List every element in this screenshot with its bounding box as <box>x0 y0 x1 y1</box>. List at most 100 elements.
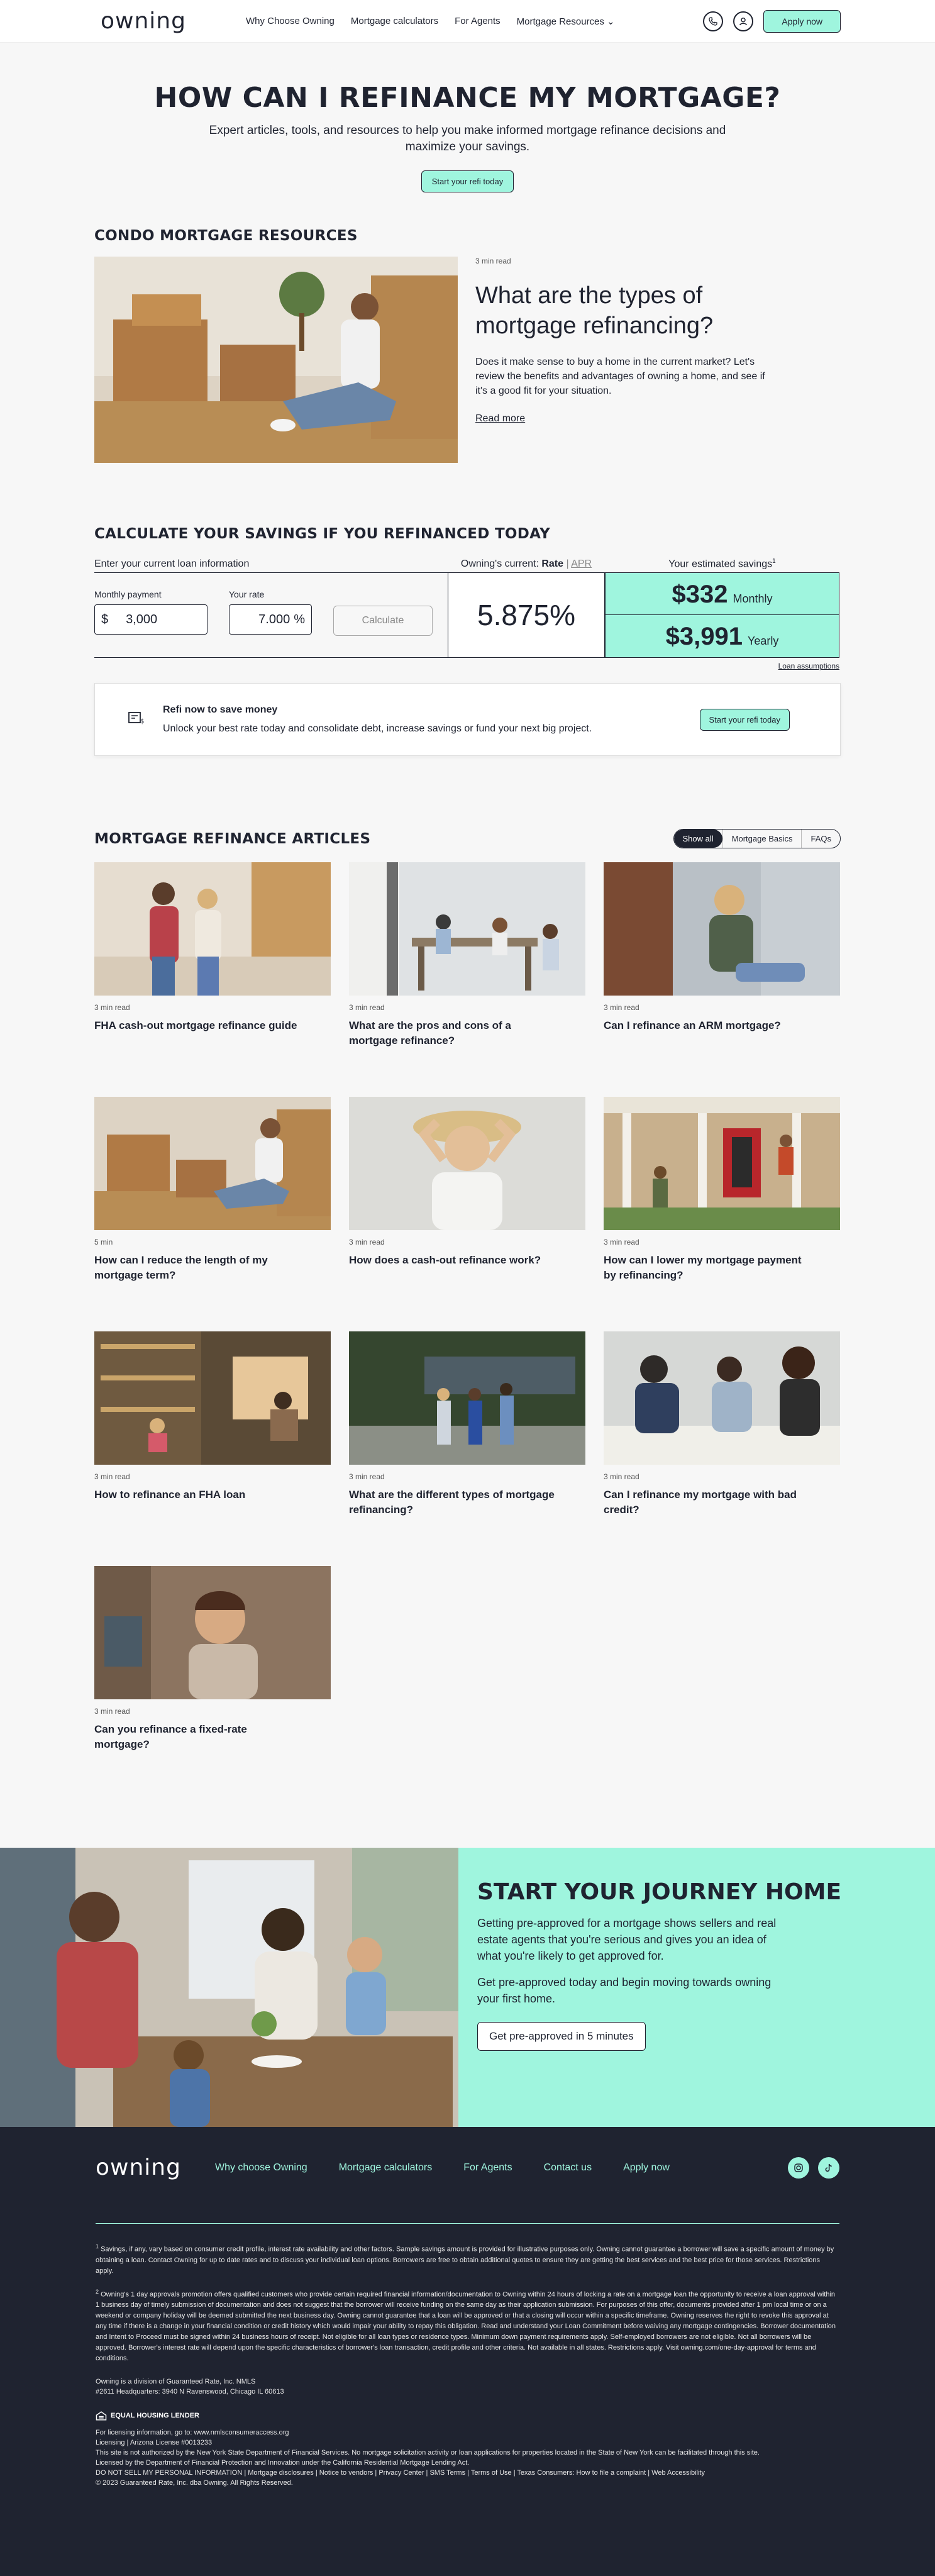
article-read-time: 3 min read <box>604 1472 639 1481</box>
footer-link-for-agents[interactable]: For Agents <box>463 2162 512 2174</box>
journey-paragraph-2: Get pre-approved today and begin moving … <box>477 1976 772 2005</box>
journey-section: START YOUR JOURNEY HOME Getting pre-appr… <box>0 1848 935 2127</box>
licensing-line-1[interactable]: For licensing information, go to: www.nm… <box>96 2428 839 2438</box>
disclaimer-2-number: 2 <box>96 2288 99 2295</box>
article-title[interactable]: Can you refinance a fixed-rate mortgage? <box>94 1722 302 1752</box>
article-image[interactable] <box>94 1331 331 1465</box>
your-rate-label: Your rate <box>229 589 265 599</box>
footer-link-contact-us[interactable]: Contact us <box>544 2162 592 2174</box>
get-preapproved-button[interactable]: Get pre-approved in 5 minutes <box>477 2022 646 2051</box>
article-title[interactable]: Can I refinance my mortgage with bad cre… <box>604 1487 811 1518</box>
licensing-line-4: Licensed by the Department of Financial … <box>96 2459 470 2467</box>
disclaimer-1-number: 1 <box>96 2243 99 2250</box>
page-title: HOW CAN I REFINANCE MY MORTGAGE? <box>154 82 781 114</box>
disclaimer-2-text: Owning's 1 day approvals promotion offer… <box>96 2290 836 2363</box>
article-image[interactable] <box>349 1331 585 1465</box>
start-refi-button[interactable]: Start your refi today <box>421 170 514 192</box>
condo-section-title: CONDO MORTGAGE RESOURCES <box>94 228 358 244</box>
article-read-time: 3 min read <box>604 1003 639 1012</box>
licensing-info: For licensing information, go to: www.nm… <box>96 2428 839 2488</box>
licensing-line-2[interactable]: Licensing | Arizona License #0013233 <box>96 2438 839 2448</box>
article-image[interactable] <box>604 1097 840 1230</box>
monthly-payment-input[interactable]: $ 3,000 <box>94 604 207 635</box>
savings-footnote-ref: 1 <box>772 557 776 565</box>
company-info: Owning is a division of Guaranteed Rate,… <box>96 2377 839 2397</box>
footer-owning-logo[interactable]: owning <box>96 2155 181 2180</box>
article-title[interactable]: What are the different types of mortgage… <box>349 1487 556 1518</box>
article-image[interactable] <box>349 1097 585 1230</box>
your-rate-value: 7.000 <box>258 612 290 626</box>
article-card[interactable]: 3 min read Can I refinance an ARM mortga… <box>604 862 840 1097</box>
refi-card-button[interactable]: Start your refi today <box>699 708 790 731</box>
article-image[interactable] <box>94 1566 331 1699</box>
apply-now-button[interactable]: Apply now <box>763 9 841 33</box>
article-card[interactable]: 3 min read Can I refinance my mortgage w… <box>604 1331 840 1566</box>
monthly-savings: $332 Monthly <box>605 572 839 615</box>
article-title[interactable]: What are the pros and cons of a mortgage… <box>349 1018 556 1048</box>
article-card[interactable]: 5 min How can I reduce the length of my … <box>94 1097 331 1331</box>
article-image[interactable] <box>94 862 331 996</box>
filter-mortgage-basics[interactable]: Mortgage Basics <box>722 830 802 848</box>
article-card[interactable]: 3 min read What are the different types … <box>349 1331 585 1566</box>
article-title[interactable]: How can I reduce the length of my mortga… <box>94 1253 302 1283</box>
yearly-savings-value: $3,991 <box>665 623 743 650</box>
journey-paragraph-1: Getting pre-approved for a mortgage show… <box>477 1917 777 1962</box>
footer-divider <box>96 2223 839 2224</box>
article-title[interactable]: Can I refinance an ARM mortgage? <box>604 1018 811 1033</box>
article-title[interactable]: How to refinance an FHA loan <box>94 1487 302 1502</box>
article-read-time: 3 min read <box>349 1472 385 1481</box>
owning-logo[interactable]: owning <box>101 8 186 34</box>
article-title[interactable]: FHA cash-out mortgage refinance guide <box>94 1018 302 1033</box>
account-icon[interactable] <box>733 11 754 31</box>
article-card[interactable]: 3 min read How can I lower my mortgage p… <box>604 1097 840 1331</box>
article-image[interactable] <box>604 862 840 996</box>
nav-why-choose-owning[interactable]: Why Choose Owning <box>246 16 335 27</box>
article-image[interactable] <box>94 1097 331 1230</box>
your-rate-input[interactable]: 7.000 % <box>229 604 312 635</box>
nav-mortgage-calculators[interactable]: Mortgage calculators <box>351 16 438 27</box>
condo-feature-title[interactable]: What are the types of mortgage refinanci… <box>475 280 790 341</box>
calc-section-title: CALCULATE YOUR SAVINGS IF YOU REFINANCED… <box>94 526 551 542</box>
owning-rate-value: 5.875% <box>448 572 605 658</box>
footer-link-mortgage-calculators[interactable]: Mortgage calculators <box>339 2162 433 2174</box>
condo-resources: CONDO MORTGAGE RESOURCES 3 min read What… <box>0 192 935 463</box>
site-header: owning Why Choose Owning Mortgage calcul… <box>0 0 935 43</box>
article-image[interactable] <box>604 1331 840 1465</box>
condo-feature-image[interactable] <box>94 257 458 463</box>
footer-link-why-choose-owning[interactable]: Why choose Owning <box>215 2162 307 2174</box>
owning-current-label: Owning's current: Rate | APR <box>448 558 605 570</box>
article-read-time: 3 min read <box>604 1238 639 1246</box>
article-card[interactable]: 3 min read How to refinance an FHA loan <box>94 1331 331 1566</box>
footer-link-apply-now[interactable]: Apply now <box>623 2162 670 2174</box>
article-read-time: 3 min read <box>349 1238 385 1246</box>
legal-links[interactable]: DO NOT SELL MY PERSONAL INFORMATION | Mo… <box>96 2468 839 2478</box>
loan-assumptions-link[interactable]: Loan assumptions <box>605 662 839 670</box>
rate-toggle[interactable]: Rate <box>541 558 563 569</box>
refi-promo-card: $ Refi now to save money Unlock your bes… <box>94 683 841 756</box>
article-card[interactable]: 3 min read How does a cash-out refinance… <box>349 1097 585 1331</box>
monthly-savings-label: Monthly <box>733 592 773 605</box>
article-filters: Show all Mortgage Basics FAQs <box>673 829 841 848</box>
equal-housing-lender: EQUAL HOUSING LENDER <box>96 2411 199 2421</box>
article-read-time: 3 min read <box>94 1472 130 1481</box>
article-image[interactable] <box>349 862 585 996</box>
nav-for-agents[interactable]: For Agents <box>455 16 501 27</box>
filter-show-all[interactable]: Show all <box>673 830 722 848</box>
instagram-icon[interactable] <box>788 2157 809 2179</box>
tiktok-icon[interactable] <box>818 2157 839 2179</box>
phone-icon[interactable] <box>703 11 724 31</box>
article-title[interactable]: How can I lower my mortgage payment by r… <box>604 1253 811 1283</box>
company-line-2: #2611 Headquarters: 3940 N Ravenswood, C… <box>96 2388 284 2396</box>
calculate-button[interactable]: Calculate <box>333 606 433 636</box>
article-card[interactable]: 3 min read FHA cash-out mortgage refinan… <box>94 862 331 1097</box>
company-line-1: Owning is a division of Guaranteed Rate,… <box>96 2378 256 2386</box>
article-card[interactable]: 3 min read What are the pros and cons of… <box>349 862 585 1097</box>
rate-apr-separator: | <box>566 558 569 569</box>
filter-faqs[interactable]: FAQs <box>801 830 840 848</box>
nav-mortgage-resources[interactable]: Mortgage Resources ⌄ <box>517 16 615 27</box>
read-more-link[interactable]: Read more <box>475 413 525 425</box>
article-title[interactable]: How does a cash-out refinance work? <box>349 1253 556 1268</box>
article-read-time: 3 min read <box>349 1003 385 1012</box>
apr-toggle[interactable]: APR <box>571 558 592 569</box>
article-card[interactable]: 3 min read Can you refinance a fixed-rat… <box>94 1566 331 1801</box>
